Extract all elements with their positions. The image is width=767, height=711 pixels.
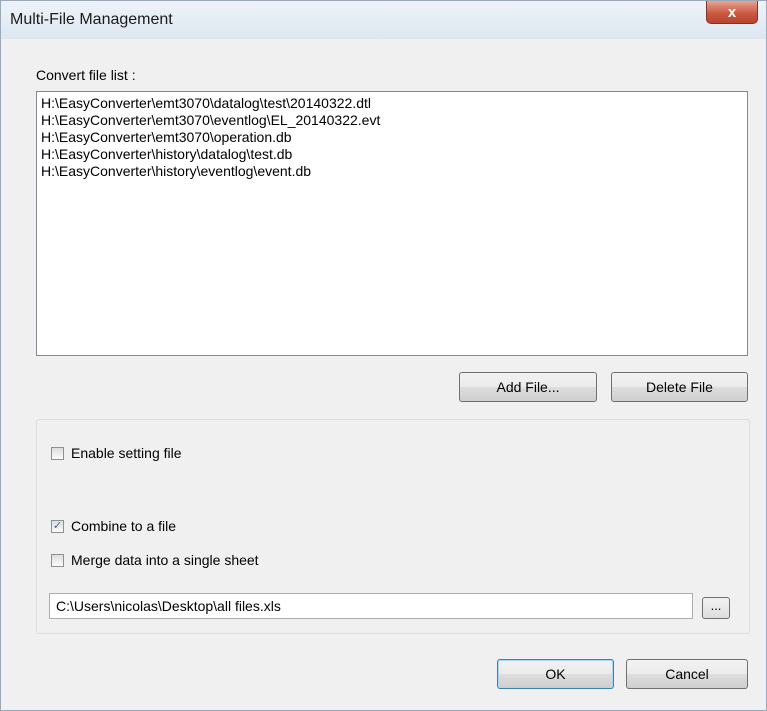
combine-to-file-label: Combine to a file [71, 518, 177, 534]
output-options-group: Enable setting file ✓ Combine to a file … [36, 419, 750, 634]
dialog-body: Convert file list : H:\EasyConverter\emt… [8, 39, 759, 703]
checkmark-icon: ✓ [52, 519, 63, 532]
multi-file-management-dialog: Multi-File Management x Convert file lis… [0, 0, 767, 711]
enable-setting-file-label: Enable setting file [71, 445, 182, 461]
title-bar: Multi-File Management x [1, 1, 766, 39]
add-file-button[interactable]: Add File... [459, 372, 597, 402]
delete-file-button[interactable]: Delete File [611, 372, 748, 402]
close-icon: x [727, 3, 737, 21]
cancel-button[interactable]: Cancel [626, 659, 748, 689]
merge-single-sheet-option[interactable]: Merge data into a single sheet [51, 552, 259, 568]
combine-to-file-checkbox[interactable]: ✓ [51, 519, 64, 533]
file-list-item[interactable]: H:\EasyConverter\history\eventlog\event.… [41, 163, 743, 180]
file-list-item[interactable]: H:\EasyConverter\emt3070\datalog\test\20… [41, 95, 743, 112]
merge-single-sheet-label: Merge data into a single sheet [71, 552, 259, 568]
convert-file-list-label: Convert file list : [36, 67, 136, 83]
file-list-item[interactable]: H:\EasyConverter\emt3070\eventlog\EL_201… [41, 112, 743, 129]
browse-button[interactable]: ... [702, 597, 730, 619]
ok-button[interactable]: OK [497, 659, 614, 689]
combine-to-file-option[interactable]: ✓ Combine to a file [51, 518, 176, 534]
window-title: Multi-File Management [10, 11, 173, 28]
close-button[interactable]: x [706, 1, 758, 24]
enable-setting-file-option[interactable]: Enable setting file [51, 445, 182, 461]
file-list-item[interactable]: H:\EasyConverter\emt3070\operation.db [41, 129, 743, 146]
file-list-item[interactable]: H:\EasyConverter\history\datalog\test.db [41, 146, 743, 163]
merge-single-sheet-checkbox[interactable] [51, 553, 64, 567]
convert-file-list[interactable]: H:\EasyConverter\emt3070\datalog\test\20… [36, 91, 748, 356]
enable-setting-file-checkbox[interactable] [51, 446, 64, 460]
output-path-input[interactable]: C:\Users\nicolas\Desktop\all files.xls [49, 593, 693, 619]
